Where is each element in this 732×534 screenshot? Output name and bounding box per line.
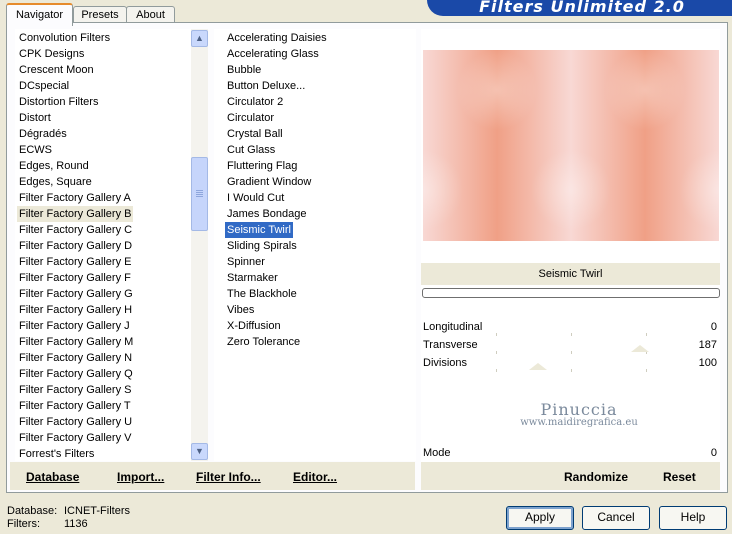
list-item[interactable]: Filter Factory Gallery Q xyxy=(17,366,135,382)
list-item[interactable]: Convolution Filters xyxy=(17,30,112,46)
list-item[interactable]: Crystal Ball xyxy=(225,126,285,142)
list-item[interactable]: DCspecial xyxy=(17,78,71,94)
list-item[interactable]: Filter Factory Gallery S xyxy=(17,382,133,398)
list-item[interactable]: Button Deluxe... xyxy=(225,78,307,94)
list-item[interactable]: Filter Factory Gallery A xyxy=(17,190,133,206)
param-value: 0 xyxy=(710,447,717,459)
list-item[interactable]: The Blackhole xyxy=(225,286,299,302)
list-item[interactable]: Accelerating Daisies xyxy=(225,30,329,46)
list-item[interactable]: Circulator xyxy=(225,110,276,126)
database-button[interactable]: Database xyxy=(26,469,79,485)
list-item[interactable]: Sliding Spirals xyxy=(225,238,299,254)
list-item[interactable]: Filter Factory Gallery G xyxy=(17,286,135,302)
list-item[interactable]: X-Diffusion xyxy=(225,318,283,334)
app-title-banner: Filters Unlimited 2.0 xyxy=(427,0,732,16)
param-label: Transverse xyxy=(423,339,478,351)
param-longitudinal[interactable]: Longitudinal 0 xyxy=(421,318,720,337)
reset-button[interactable]: Reset xyxy=(663,469,696,485)
list-item[interactable]: Distort xyxy=(17,110,53,126)
scroll-thumb[interactable] xyxy=(191,157,208,231)
list-item[interactable]: Filter Factory Gallery U xyxy=(17,414,134,430)
list-item[interactable]: ECWS xyxy=(17,142,54,158)
list-item[interactable]: Filter Factory Gallery F xyxy=(17,270,133,286)
list-item[interactable]: Accelerating Glass xyxy=(225,46,321,62)
list-item[interactable]: Filter Factory Gallery B xyxy=(17,206,134,222)
list-item[interactable]: Spinner xyxy=(225,254,267,270)
slider-thumb-icon[interactable] xyxy=(631,345,649,352)
filter-preview-image xyxy=(423,50,719,241)
import-button[interactable]: Import... xyxy=(117,469,164,485)
watermark-logo: Pinuccia www.maidiregrafica.eu xyxy=(520,400,638,428)
param-label: Mode xyxy=(423,447,451,459)
category-scrollbar[interactable]: ▲ ▼ xyxy=(191,29,208,461)
tab-navigator[interactable]: Navigator xyxy=(6,3,73,26)
list-item[interactable]: I Would Cut xyxy=(225,190,286,206)
list-item[interactable]: Vibes xyxy=(225,302,256,318)
list-item[interactable]: Fluttering Flag xyxy=(225,158,299,174)
help-button[interactable]: Help xyxy=(659,506,727,530)
param-label: Divisions xyxy=(423,357,468,369)
param-divisions[interactable]: Divisions 100 xyxy=(421,354,720,373)
list-item[interactable]: James Bondage xyxy=(225,206,309,222)
list-item[interactable]: Cut Glass xyxy=(225,142,277,158)
cancel-button[interactable]: Cancel xyxy=(582,506,650,530)
editor-button[interactable]: Editor... xyxy=(293,469,337,485)
list-item[interactable]: Starmaker xyxy=(225,270,280,286)
filter-info-button[interactable]: Filter Info... xyxy=(196,469,261,485)
list-item[interactable]: Filter Factory Gallery E xyxy=(17,254,133,270)
list-item[interactable]: Filter Factory Gallery D xyxy=(17,238,134,254)
list-item[interactable]: Zero Tolerance xyxy=(225,334,302,350)
list-item[interactable]: Dégradés xyxy=(17,126,69,142)
apply-button[interactable]: Apply xyxy=(506,506,574,530)
scroll-up-icon[interactable]: ▲ xyxy=(191,30,208,47)
progress-bar xyxy=(422,288,720,298)
list-item[interactable]: Filter Factory Gallery N xyxy=(17,350,134,366)
list-item[interactable]: Filter Factory Gallery H xyxy=(17,302,134,318)
list-item[interactable]: Filter Factory Gallery C xyxy=(17,222,134,238)
param-empty xyxy=(421,426,720,445)
list-item[interactable]: Filter Factory Gallery J xyxy=(17,318,132,334)
filters-count-status: Filters: 1136 xyxy=(7,518,88,530)
param-value: 0 xyxy=(710,321,717,333)
list-item[interactable]: Distortion Filters xyxy=(17,94,100,110)
database-status: Database: ICNET-Filters xyxy=(7,505,130,517)
category-list[interactable]: Convolution Filters CPK Designs Crescent M… xyxy=(15,29,191,461)
list-item[interactable]: Seismic Twirl xyxy=(225,222,293,238)
list-item[interactable]: Forrest's Filters xyxy=(17,446,96,461)
list-item[interactable]: Bubble xyxy=(225,62,263,78)
list-item[interactable]: Filter Factory Gallery V xyxy=(17,430,133,446)
list-item[interactable]: Crescent Moon xyxy=(17,62,96,78)
param-value: 187 xyxy=(698,339,717,351)
param-transverse[interactable]: Transverse 187 xyxy=(421,336,720,355)
list-item[interactable]: CPK Designs xyxy=(17,46,86,62)
list-item[interactable]: Gradient Window xyxy=(225,174,313,190)
scroll-down-icon[interactable]: ▼ xyxy=(191,443,208,460)
filter-list[interactable]: Accelerating Daisies Accelerating Glass Bu… xyxy=(214,29,416,461)
param-mode[interactable]: Mode 0 xyxy=(421,444,720,463)
param-empty xyxy=(421,372,720,391)
param-value: 100 xyxy=(698,357,717,369)
slider-thumb-icon[interactable] xyxy=(529,363,547,370)
list-item[interactable]: Filter Factory Gallery M xyxy=(17,334,135,350)
list-item[interactable]: Edges, Round xyxy=(17,158,91,174)
param-label: Longitudinal xyxy=(423,321,483,333)
randomize-button[interactable]: Randomize xyxy=(564,469,628,485)
preview-caption: Seismic Twirl xyxy=(421,263,720,285)
list-item[interactable]: Edges, Square xyxy=(17,174,94,190)
list-item[interactable]: Circulator 2 xyxy=(225,94,285,110)
list-item[interactable]: Filter Factory Gallery T xyxy=(17,398,133,414)
